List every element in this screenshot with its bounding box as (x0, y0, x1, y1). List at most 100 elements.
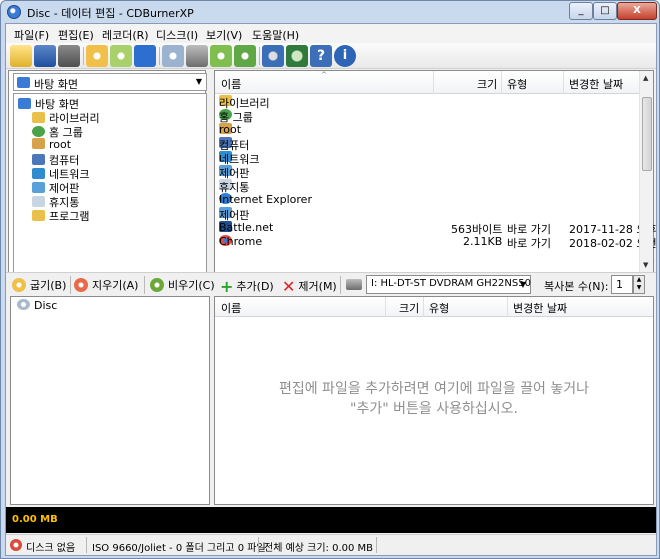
compilation-toolbar: 굽기(B) 지우기(A) 비우기(C) + 추가(D) ✕ 제거(M) I: HL-… (6, 272, 656, 296)
drive-select[interactable]: I: HL-DT-ST DVDRAM GH22NS50 ▼ (366, 275, 531, 294)
scroll-down-icon[interactable]: ▼ (643, 261, 648, 269)
print-icon[interactable] (58, 45, 80, 67)
burn-disc-icon[interactable] (86, 45, 108, 67)
column-divider[interactable] (501, 71, 502, 94)
column-size[interactable]: 크기 (477, 76, 497, 92)
menu-file[interactable]: 파일(F) (14, 27, 49, 43)
file-row[interactable]: 제어판 (215, 165, 639, 180)
file-row[interactable]: 라이브러리 (215, 95, 639, 110)
copies-stepper-buttons[interactable]: ▲ ▼ (633, 275, 645, 294)
search-update-icon[interactable] (286, 45, 308, 67)
file-list: ^ 이름 크기 유형 변경한 날짜 라이브러리 홈 그룹 root 컴퓨터 네트… (214, 70, 657, 288)
no-disc-icon (10, 539, 22, 551)
vertical-scroll-thumb[interactable] (642, 97, 652, 171)
menu-edit[interactable]: 편집(E) (58, 27, 94, 43)
copies-stepper[interactable]: 1 (611, 275, 633, 294)
location-combo[interactable]: 바탕 화면 ▼ (13, 73, 207, 91)
empty-message-line: "추가" 버튼을 사용하십시오. (350, 401, 518, 417)
column-type[interactable]: 유형 (429, 300, 449, 316)
menu-recorder[interactable]: 레코더(R) (102, 27, 149, 43)
status-divider (258, 537, 259, 553)
file-row[interactable]: 제어판 (215, 207, 639, 222)
clear-button[interactable]: 비우기(C) (150, 277, 215, 293)
column-divider[interactable] (423, 297, 424, 317)
file-row[interactable]: root (215, 123, 639, 137)
erase-button[interactable]: 지우기(A) (74, 277, 138, 293)
chevron-down-icon[interactable]: ▼ (520, 280, 526, 289)
menu-disc[interactable]: 디스크(I) (156, 27, 198, 43)
copies-label: 복사본 수(N): (544, 280, 609, 293)
file-name: root (219, 123, 242, 136)
column-divider[interactable] (563, 71, 564, 94)
folder-browser: 바탕 화면 ▼ 바탕 화면 라이브러리 홈 그룹 root 컴퓨터 네트워크 제… (8, 70, 207, 289)
disc-info-icon[interactable] (162, 45, 184, 67)
tree-item-disc[interactable]: Disc (17, 299, 57, 313)
column-divider[interactable] (507, 297, 508, 317)
erase-disc-icon (74, 278, 88, 292)
finalize-disc-icon[interactable] (234, 45, 256, 67)
remove-button-label: 제거(M) (298, 280, 337, 293)
tree-item-desktop[interactable]: 바탕 화면 (18, 96, 79, 111)
chevron-down-icon[interactable]: ▼ (196, 77, 202, 86)
location-combo-value: 바탕 화면 (34, 78, 78, 91)
tree-item-libraries[interactable]: 라이브러리 (32, 110, 100, 125)
file-name: Chrome (219, 235, 263, 248)
client-area: 파일(F) 편집(E) 레코더(R) 디스크(I) 보기(V) 도움말(H) ?… (5, 23, 657, 556)
disc-tree: Disc (10, 296, 210, 505)
burn-button[interactable]: 굽기(B) (12, 277, 66, 293)
tree-item-control-panel[interactable]: 제어판 (32, 180, 79, 195)
minimize-button[interactable]: _ (569, 2, 593, 20)
column-name[interactable]: 이름 (221, 76, 241, 92)
import-session-icon[interactable] (210, 45, 232, 67)
clear-button-label: 비우기(C) (168, 279, 215, 292)
stepper-down-icon[interactable]: ▼ (637, 284, 642, 291)
stepper-up-icon[interactable]: ▲ (637, 276, 642, 283)
column-size[interactable]: 크기 (399, 300, 419, 316)
status-divider (376, 537, 377, 553)
menu-help[interactable]: 도움말(H) (252, 27, 299, 43)
help-icon[interactable]: ? (310, 45, 332, 67)
toolbar-separator (83, 47, 84, 65)
add-button[interactable]: + 추가(D) (220, 277, 274, 296)
file-row[interactable]: Internet Explorer (215, 193, 639, 207)
tree-item-computer[interactable]: 컴퓨터 (32, 152, 79, 167)
column-modified[interactable]: 변경한 날짜 (569, 76, 623, 92)
column-divider[interactable] (385, 297, 386, 317)
copy-disc-icon[interactable] (110, 45, 132, 67)
close-button[interactable]: X (617, 2, 657, 20)
file-row[interactable]: 휴지통 (215, 179, 639, 194)
info-icon[interactable]: i (334, 45, 356, 67)
tree-item-recycle-bin[interactable]: 휴지통 (32, 194, 79, 209)
new-folder-icon[interactable] (10, 45, 32, 67)
app-window: Disc - 데이터 편집 - CDBurnerXP _ □ X 파일(F) 편… (0, 0, 660, 559)
menu-view[interactable]: 보기(V) (206, 27, 242, 43)
tree-item-homegroup[interactable]: 홈 그룹 (32, 124, 83, 139)
tree-item-root[interactable]: root (32, 138, 71, 152)
file-row[interactable]: 홈 그룹 (215, 109, 639, 124)
status-filesystem: ISO 9660/Joliet - 0 폴더 그리고 0 파일 (92, 543, 266, 554)
column-divider[interactable] (433, 71, 434, 94)
window-title: Disc - 데이터 편집 - CDBurnerXP (27, 7, 194, 20)
settings-gear-icon[interactable] (262, 45, 284, 67)
column-modified[interactable]: 변경한 날짜 (513, 300, 567, 316)
remove-button[interactable]: ✕ 제거(M) (282, 277, 337, 296)
vertical-scrollbar[interactable]: ▲ ▼ (639, 71, 653, 273)
column-type[interactable]: 유형 (507, 76, 527, 92)
file-row[interactable]: Battle.net 563바이트 바로 가기 2017-11-28 오후 (215, 221, 657, 236)
file-row[interactable]: 네트워크 (215, 151, 639, 166)
maximize-button[interactable]: □ (593, 2, 617, 20)
tree-item-network[interactable]: 네트워크 (32, 166, 89, 181)
file-row[interactable]: Chrome 2.11KB 바로 가기 2018-02-02 오전 (215, 235, 657, 250)
drive-icon[interactable] (186, 45, 208, 67)
file-row[interactable]: 컴퓨터 (215, 137, 639, 152)
scroll-up-icon[interactable]: ▲ (643, 74, 648, 82)
stop-icon[interactable] (134, 45, 156, 67)
save-icon[interactable] (34, 45, 56, 67)
toolbar-separator (259, 47, 260, 65)
tree-item-label: 프로그램 (49, 210, 90, 223)
column-name[interactable]: 이름 (221, 300, 241, 316)
control-panel-icon (32, 182, 45, 193)
title-bar: Disc - 데이터 편집 - CDBurnerXP _ □ X (1, 1, 659, 23)
folder-icon (32, 210, 45, 221)
tree-item-programs[interactable]: 프로그램 (32, 208, 90, 223)
